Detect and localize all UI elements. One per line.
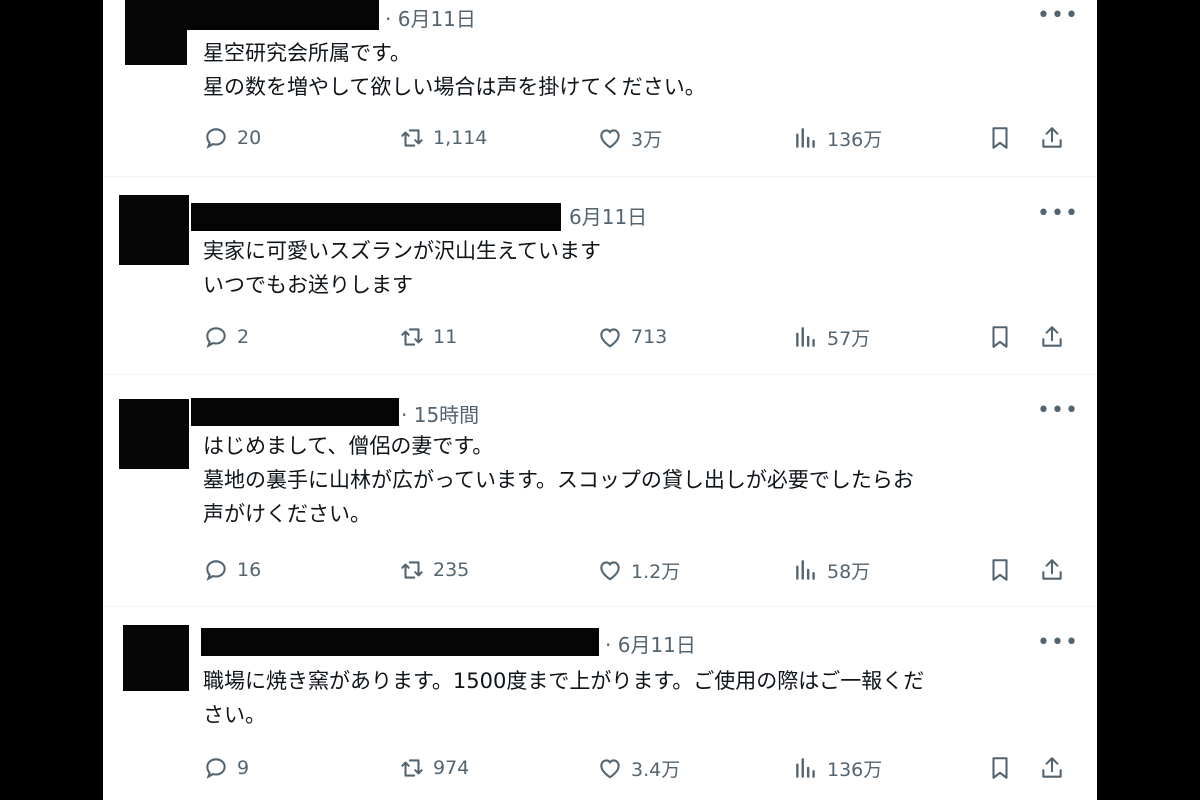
tweet-text: 星空研究会所属です。 星の数を増やして欲しい場合は声を掛けてください。 — [203, 41, 706, 99]
retweet-icon — [401, 759, 423, 777]
tweet-actions: 16 235 1.2万 58万 — [203, 555, 1073, 585]
avatar[interactable] — [119, 195, 189, 265]
retweet-button[interactable]: 1,114 — [399, 123, 487, 153]
reply-count: 20 — [237, 127, 262, 149]
tweet[interactable]: · 6月11日 ••• 星空研究会所属です。 星の数を増やして欲しい場合は声を掛… — [103, 0, 1097, 176]
avatar[interactable] — [123, 625, 189, 691]
retweet-icon — [401, 129, 423, 147]
tweet-timestamp[interactable]: · 6月11日 — [605, 629, 696, 658]
like-count: 713 — [631, 326, 668, 348]
retweet-button[interactable]: 11 — [399, 322, 457, 352]
share-icon — [1042, 326, 1062, 347]
tweet-actions: 9 974 3.4万 136万 — [203, 753, 1073, 783]
reply-count: 9 — [237, 757, 250, 779]
like-count: 3万 — [631, 128, 663, 151]
redacted-username[interactable] — [143, 0, 379, 30]
reply-icon — [206, 560, 226, 581]
tweet-timestamp[interactable]: · 15時間 — [401, 399, 479, 428]
retweet-button[interactable]: 235 — [399, 555, 469, 585]
views-count: 136万 — [827, 758, 883, 781]
tweet-text: はじめまして、僧侶の妻です。 墓地の裏手に山林が広がっています。スコップの貸し出… — [203, 434, 914, 526]
views-count: 57万 — [827, 327, 871, 350]
like-icon — [600, 328, 620, 348]
like-button[interactable]: 3.4万 — [597, 753, 680, 783]
tweet-text: 職場に焼き窯があります。1500度まで上がります。ご使用の際はご一報くだ さい。 — [203, 669, 925, 727]
reply-count: 2 — [237, 326, 250, 348]
reply-icon — [206, 128, 226, 149]
reply-button[interactable]: 9 — [203, 753, 249, 783]
reply-count: 16 — [237, 559, 262, 581]
views-icon — [796, 128, 815, 148]
like-icon — [600, 561, 620, 581]
reply-icon — [206, 327, 226, 348]
share-button[interactable] — [1039, 322, 1065, 352]
bookmark-icon — [992, 559, 1008, 581]
retweet-count: 235 — [433, 559, 470, 581]
bookmark-button[interactable] — [987, 322, 1013, 352]
share-button[interactable] — [1039, 123, 1065, 153]
bookmark-button[interactable] — [987, 753, 1013, 783]
like-icon — [600, 129, 620, 149]
more-icon[interactable]: ••• — [1037, 203, 1078, 228]
tweet[interactable]: 6月11日 ••• 実家に可愛いスズランが沢山生えています いつでもお送りします… — [103, 177, 1097, 373]
like-button[interactable]: 1.2万 — [597, 555, 680, 585]
like-button[interactable]: 713 — [597, 322, 667, 352]
tweet-timestamp[interactable]: · 6月11日 — [385, 3, 476, 32]
share-icon — [1042, 559, 1062, 580]
like-button[interactable]: 3万 — [597, 123, 662, 153]
views-icon — [796, 327, 815, 347]
bookmark-icon — [992, 757, 1008, 779]
views-button[interactable]: 136万 — [793, 123, 882, 153]
retweet-count: 1,114 — [433, 127, 488, 149]
views-count: 58万 — [827, 560, 871, 583]
retweet-button[interactable]: 974 — [399, 753, 469, 783]
share-icon — [1042, 127, 1062, 148]
views-button[interactable]: 57万 — [793, 322, 870, 352]
retweet-count: 11 — [433, 326, 458, 348]
reply-icon — [206, 758, 226, 779]
views-icon — [796, 758, 815, 778]
more-icon[interactable]: ••• — [1037, 5, 1078, 30]
more-icon[interactable]: ••• — [1037, 632, 1078, 657]
retweet-icon — [401, 328, 423, 346]
reply-button[interactable]: 16 — [203, 555, 261, 585]
tweet-actions: 2 11 713 57万 — [203, 322, 1073, 352]
views-count: 136万 — [827, 128, 883, 151]
like-icon — [600, 759, 620, 779]
tweet-actions: 20 1,114 3万 136万 — [203, 123, 1073, 153]
bookmark-icon — [992, 326, 1008, 348]
retweet-icon — [401, 561, 423, 579]
share-button[interactable] — [1039, 753, 1065, 783]
views-icon — [796, 560, 815, 580]
views-button[interactable]: 58万 — [793, 555, 870, 585]
like-count: 1.2万 — [631, 560, 681, 583]
more-icon[interactable]: ••• — [1037, 400, 1078, 425]
redacted-username[interactable] — [191, 203, 561, 231]
timeline: · 6月11日 ••• 星空研究会所属です。 星の数を増やして欲しい場合は声を掛… — [103, 0, 1097, 800]
bookmark-button[interactable] — [987, 123, 1013, 153]
reply-button[interactable]: 2 — [203, 322, 249, 352]
tweet-text: 実家に可愛いスズランが沢山生えています いつでもお送りします — [203, 239, 601, 297]
share-icon — [1042, 757, 1062, 778]
retweet-count: 974 — [433, 757, 470, 779]
tweet[interactable]: · 6月11日 ••• 職場に焼き窯があります。1500度まで上がります。ご使用… — [103, 607, 1097, 800]
redacted-username[interactable] — [201, 628, 599, 656]
avatar[interactable] — [119, 399, 189, 469]
tweet[interactable]: · 15時間 ••• はじめまして、僧侶の妻です。 墓地の裏手に山林が広がってい… — [103, 375, 1097, 606]
tweet-timestamp[interactable]: 6月11日 — [569, 201, 647, 230]
redacted-username[interactable] — [191, 398, 399, 426]
share-button[interactable] — [1039, 555, 1065, 585]
bookmark-button[interactable] — [987, 555, 1013, 585]
reply-button[interactable]: 20 — [203, 123, 261, 153]
bookmark-icon — [992, 127, 1008, 149]
like-count: 3.4万 — [631, 758, 681, 781]
views-button[interactable]: 136万 — [793, 753, 882, 783]
